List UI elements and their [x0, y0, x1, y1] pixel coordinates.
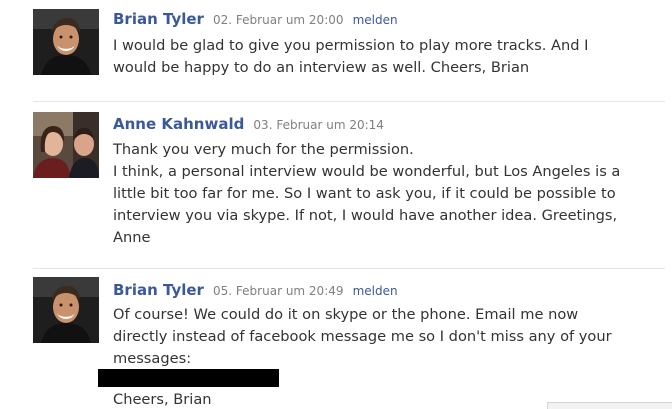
message-line: I would be glad to give you permission t…: [113, 37, 589, 54]
message-line: Anne: [113, 229, 151, 246]
profile-photo-icon: [33, 112, 99, 178]
message-line: would be happy to do an interview as wel…: [113, 59, 530, 76]
message-header: Brian Tyler 05. Februar um 20:49 melden: [113, 280, 398, 301]
divider: [33, 101, 665, 102]
message-signoff: Cheers, Brian: [113, 391, 212, 408]
message-line: I think, a personal interview would be w…: [113, 163, 621, 180]
author-link[interactable]: Brian Tyler: [113, 10, 204, 28]
message-line: Thank you very much for the permission.: [113, 141, 414, 158]
message-line: interview you via skype. If not, I would…: [113, 207, 618, 224]
report-link[interactable]: melden: [353, 284, 398, 298]
author-link[interactable]: Anne Kahnwald: [113, 115, 244, 133]
message-body: Thank you very much for the permission. …: [113, 139, 665, 249]
message-line: messages:: [113, 350, 192, 367]
report-link[interactable]: melden: [353, 13, 398, 27]
message-body: Of course! We could do it on skype or th…: [113, 304, 665, 370]
message-line: Of course! We could do it on skype or th…: [113, 306, 579, 323]
message-line: little bit too far for me. So I want to …: [113, 185, 616, 202]
message-header: Anne Kahnwald 03. Februar um 20:14: [113, 114, 384, 135]
profile-photo-icon: [33, 277, 99, 343]
message-thread: Brian Tyler 02. Februar um 20:00 melden …: [0, 0, 672, 409]
divider: [33, 268, 665, 269]
message-body: I would be glad to give you permission t…: [113, 35, 665, 79]
avatar[interactable]: [33, 112, 99, 178]
message-line: directly instead of facebook message me …: [113, 328, 612, 345]
timestamp: 02. Februar um 20:00: [213, 13, 344, 27]
author-link[interactable]: Brian Tyler: [113, 281, 204, 299]
message-header: Brian Tyler 02. Februar um 20:00 melden: [113, 9, 398, 30]
profile-photo-icon: [33, 9, 99, 75]
composer-edge: [547, 402, 672, 409]
avatar[interactable]: [33, 9, 99, 75]
redacted-email: [98, 369, 279, 387]
timestamp: 05. Februar um 20:49: [213, 284, 344, 298]
timestamp: 03. Februar um 20:14: [253, 118, 384, 132]
avatar[interactable]: [33, 277, 99, 343]
